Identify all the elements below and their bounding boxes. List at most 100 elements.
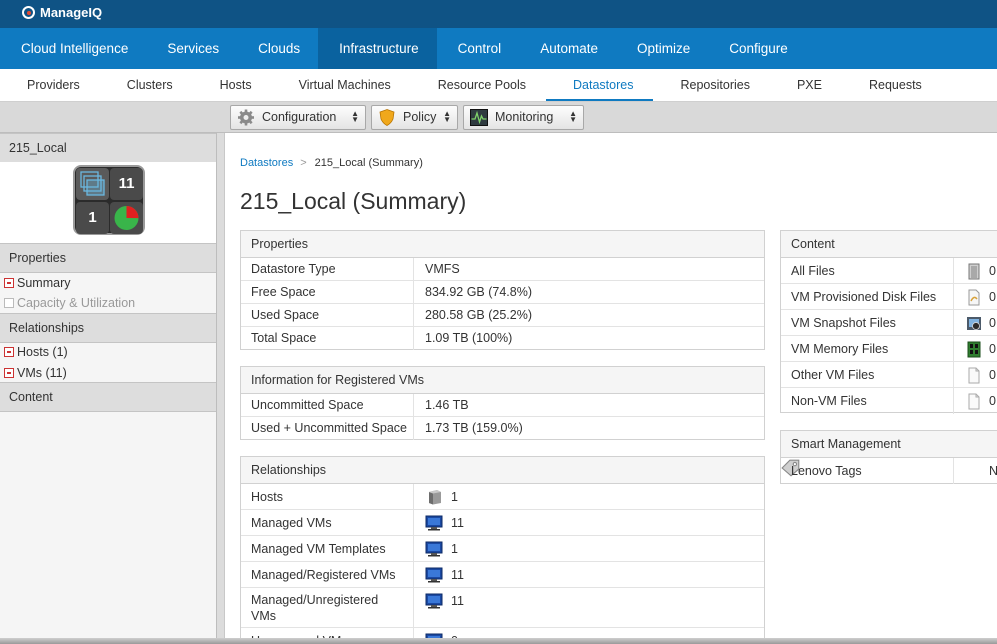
brand-name: ManageIQ	[40, 5, 103, 20]
blank-file-icon	[968, 367, 980, 384]
quadicon-container: 11 1	[0, 162, 216, 244]
updown-caret-icon: ▲ ▼	[569, 109, 577, 124]
nav-infrastructure[interactable]: Infrastructure	[318, 28, 437, 69]
table-row[interactable]: All Files 0	[781, 258, 997, 284]
relationships-panel-title: Relationships	[241, 457, 764, 484]
table-row[interactable]: Managed VMs 11	[241, 510, 764, 536]
row-value: N	[989, 464, 997, 478]
tree-item-label: VMs (11)	[17, 366, 67, 380]
nav-optimize[interactable]: Optimize	[616, 28, 708, 69]
table-row[interactable]: VM Snapshot Files 0	[781, 310, 997, 336]
table-row: Free Space 834.92 GB (74.8%)	[241, 281, 764, 304]
row-value: 834.92 GB (74.8%)	[425, 285, 533, 299]
row-label: Hosts	[251, 490, 283, 504]
table-row[interactable]: Managed/Registered VMs 11	[241, 562, 764, 588]
sidebar-splitter[interactable]	[217, 133, 225, 644]
row-value: 11	[451, 568, 464, 582]
row-label: Datastore Type	[251, 262, 336, 276]
row-value: 0	[989, 316, 996, 330]
relationships-accordion-header[interactable]: Relationships	[0, 313, 216, 343]
table-row[interactable]: VM Provisioned Disk Files 0	[781, 284, 997, 310]
configuration-dropdown-button[interactable]: Configuration ▲ ▼	[230, 105, 366, 130]
toolbar: Configuration ▲ ▼ Policy ▲ ▼ Monitoring ▲ ▼	[0, 102, 997, 133]
subnav-hosts[interactable]: Hosts	[193, 69, 272, 101]
monitoring-dropdown-button[interactable]: Monitoring ▲ ▼	[463, 105, 584, 130]
nav-services[interactable]: Services	[146, 28, 237, 69]
tree-item-label: Hosts (1)	[17, 345, 68, 359]
content-panel-title: Content	[781, 231, 997, 258]
breadcrumb-datastores-link[interactable]: Datastores	[240, 157, 293, 169]
row-label: Free Space	[251, 285, 316, 299]
quadicon-host-count: 1	[76, 202, 109, 234]
subnav-clusters[interactable]: Clusters	[100, 69, 193, 101]
subnav-datastores[interactable]: Datastores	[546, 69, 654, 101]
tree-node-icon	[4, 278, 14, 288]
blank-file-icon	[968, 393, 980, 410]
table-row[interactable]: Non-VM Files 0	[781, 388, 997, 414]
nav-configure[interactable]: Configure	[708, 28, 806, 69]
tree-node-icon	[4, 368, 14, 378]
row-value: 0	[989, 342, 996, 356]
policy-label: Policy	[403, 110, 437, 124]
row-value: 11	[451, 594, 464, 608]
tree-item-summary[interactable]: Summary	[4, 274, 70, 292]
registered-vms-panel: Information for Registered VMs Uncommitt…	[240, 366, 765, 440]
subnav-resource-pools[interactable]: Resource Pools	[411, 69, 546, 101]
row-label: All Files	[791, 264, 835, 278]
brand-bar: ManageIQ	[0, 0, 997, 28]
breadcrumb-current: 215_Local (Summary)	[314, 157, 423, 169]
content-accordion-header[interactable]: Content	[0, 382, 216, 412]
table-row[interactable]: Other VM Files 0	[781, 362, 997, 388]
row-value: 1.73 TB (159.0%)	[425, 421, 523, 435]
nav-automate[interactable]: Automate	[519, 28, 616, 69]
table-row[interactable]: Lenovo Tags N	[781, 458, 997, 484]
table-row: Used Space 280.58 GB (25.2%)	[241, 304, 764, 327]
row-label: Uncommitted Space	[251, 398, 364, 412]
policy-dropdown-button[interactable]: Policy ▲ ▼	[371, 105, 458, 130]
datastore-quadicon[interactable]: 11 1	[73, 165, 145, 235]
table-row: Datastore Type VMFS	[241, 258, 764, 281]
nav-control[interactable]: Control	[437, 28, 520, 69]
table-row[interactable]: VM Memory Files 0	[781, 336, 997, 362]
row-label: Non-VM Files	[791, 394, 867, 408]
host-icon	[429, 490, 441, 505]
breadcrumb-separator: >	[300, 157, 307, 169]
tree-item-hosts[interactable]: Hosts (1)	[4, 343, 68, 361]
nav-clouds[interactable]: Clouds	[237, 28, 318, 69]
subnav-virtual-machines[interactable]: Virtual Machines	[272, 69, 411, 101]
content-panel: Content All Files 0 VM Provisioned Disk …	[780, 230, 997, 414]
row-value: 1	[451, 490, 458, 504]
brand-logo[interactable]: ManageIQ	[22, 5, 102, 20]
row-value: 0	[989, 290, 996, 304]
sidebar-title: 215_Local	[0, 133, 216, 163]
row-label: Lenovo Tags	[791, 464, 862, 478]
subnav-repositories[interactable]: Repositories	[653, 69, 769, 101]
tree-item-vms[interactable]: VMs (11)	[4, 364, 67, 382]
page-title: 215_Local (Summary)	[240, 188, 467, 214]
row-label: Total Space	[251, 331, 317, 345]
row-value: 0	[989, 394, 996, 408]
row-label: VM Provisioned Disk Files	[791, 290, 937, 304]
properties-panel-title: Properties	[241, 231, 764, 258]
used-space-wedge	[126, 206, 139, 219]
table-row[interactable]: Managed VM Templates 1	[241, 536, 764, 562]
gear-icon	[238, 109, 254, 126]
row-value: 11	[451, 516, 464, 530]
subnav-pxe[interactable]: PXE	[770, 69, 842, 101]
row-value: 0	[989, 368, 996, 382]
table-row[interactable]: Managed/Unregistered VMs 11	[241, 588, 764, 628]
updown-caret-icon: ▲ ▼	[443, 109, 451, 124]
table-row: Uncommitted Space 1.46 TB	[241, 394, 764, 417]
nav-cloud-intelligence[interactable]: Cloud Intelligence	[0, 28, 146, 69]
tree-node-icon	[4, 347, 14, 357]
table-row[interactable]: Hosts 1	[241, 484, 764, 510]
subnav-providers[interactable]: Providers	[0, 69, 100, 101]
subnav-requests[interactable]: Requests	[842, 69, 942, 101]
row-value: 280.58 GB (25.2%)	[425, 308, 533, 322]
properties-accordion-header[interactable]: Properties	[0, 243, 216, 273]
properties-panel: Properties Datastore Type VMFS Free Space…	[240, 230, 765, 350]
row-value: 1	[451, 542, 458, 556]
configuration-label: Configuration	[262, 110, 337, 124]
row-value: 0	[989, 264, 996, 278]
row-label: Used + Uncommitted Space	[251, 421, 407, 435]
